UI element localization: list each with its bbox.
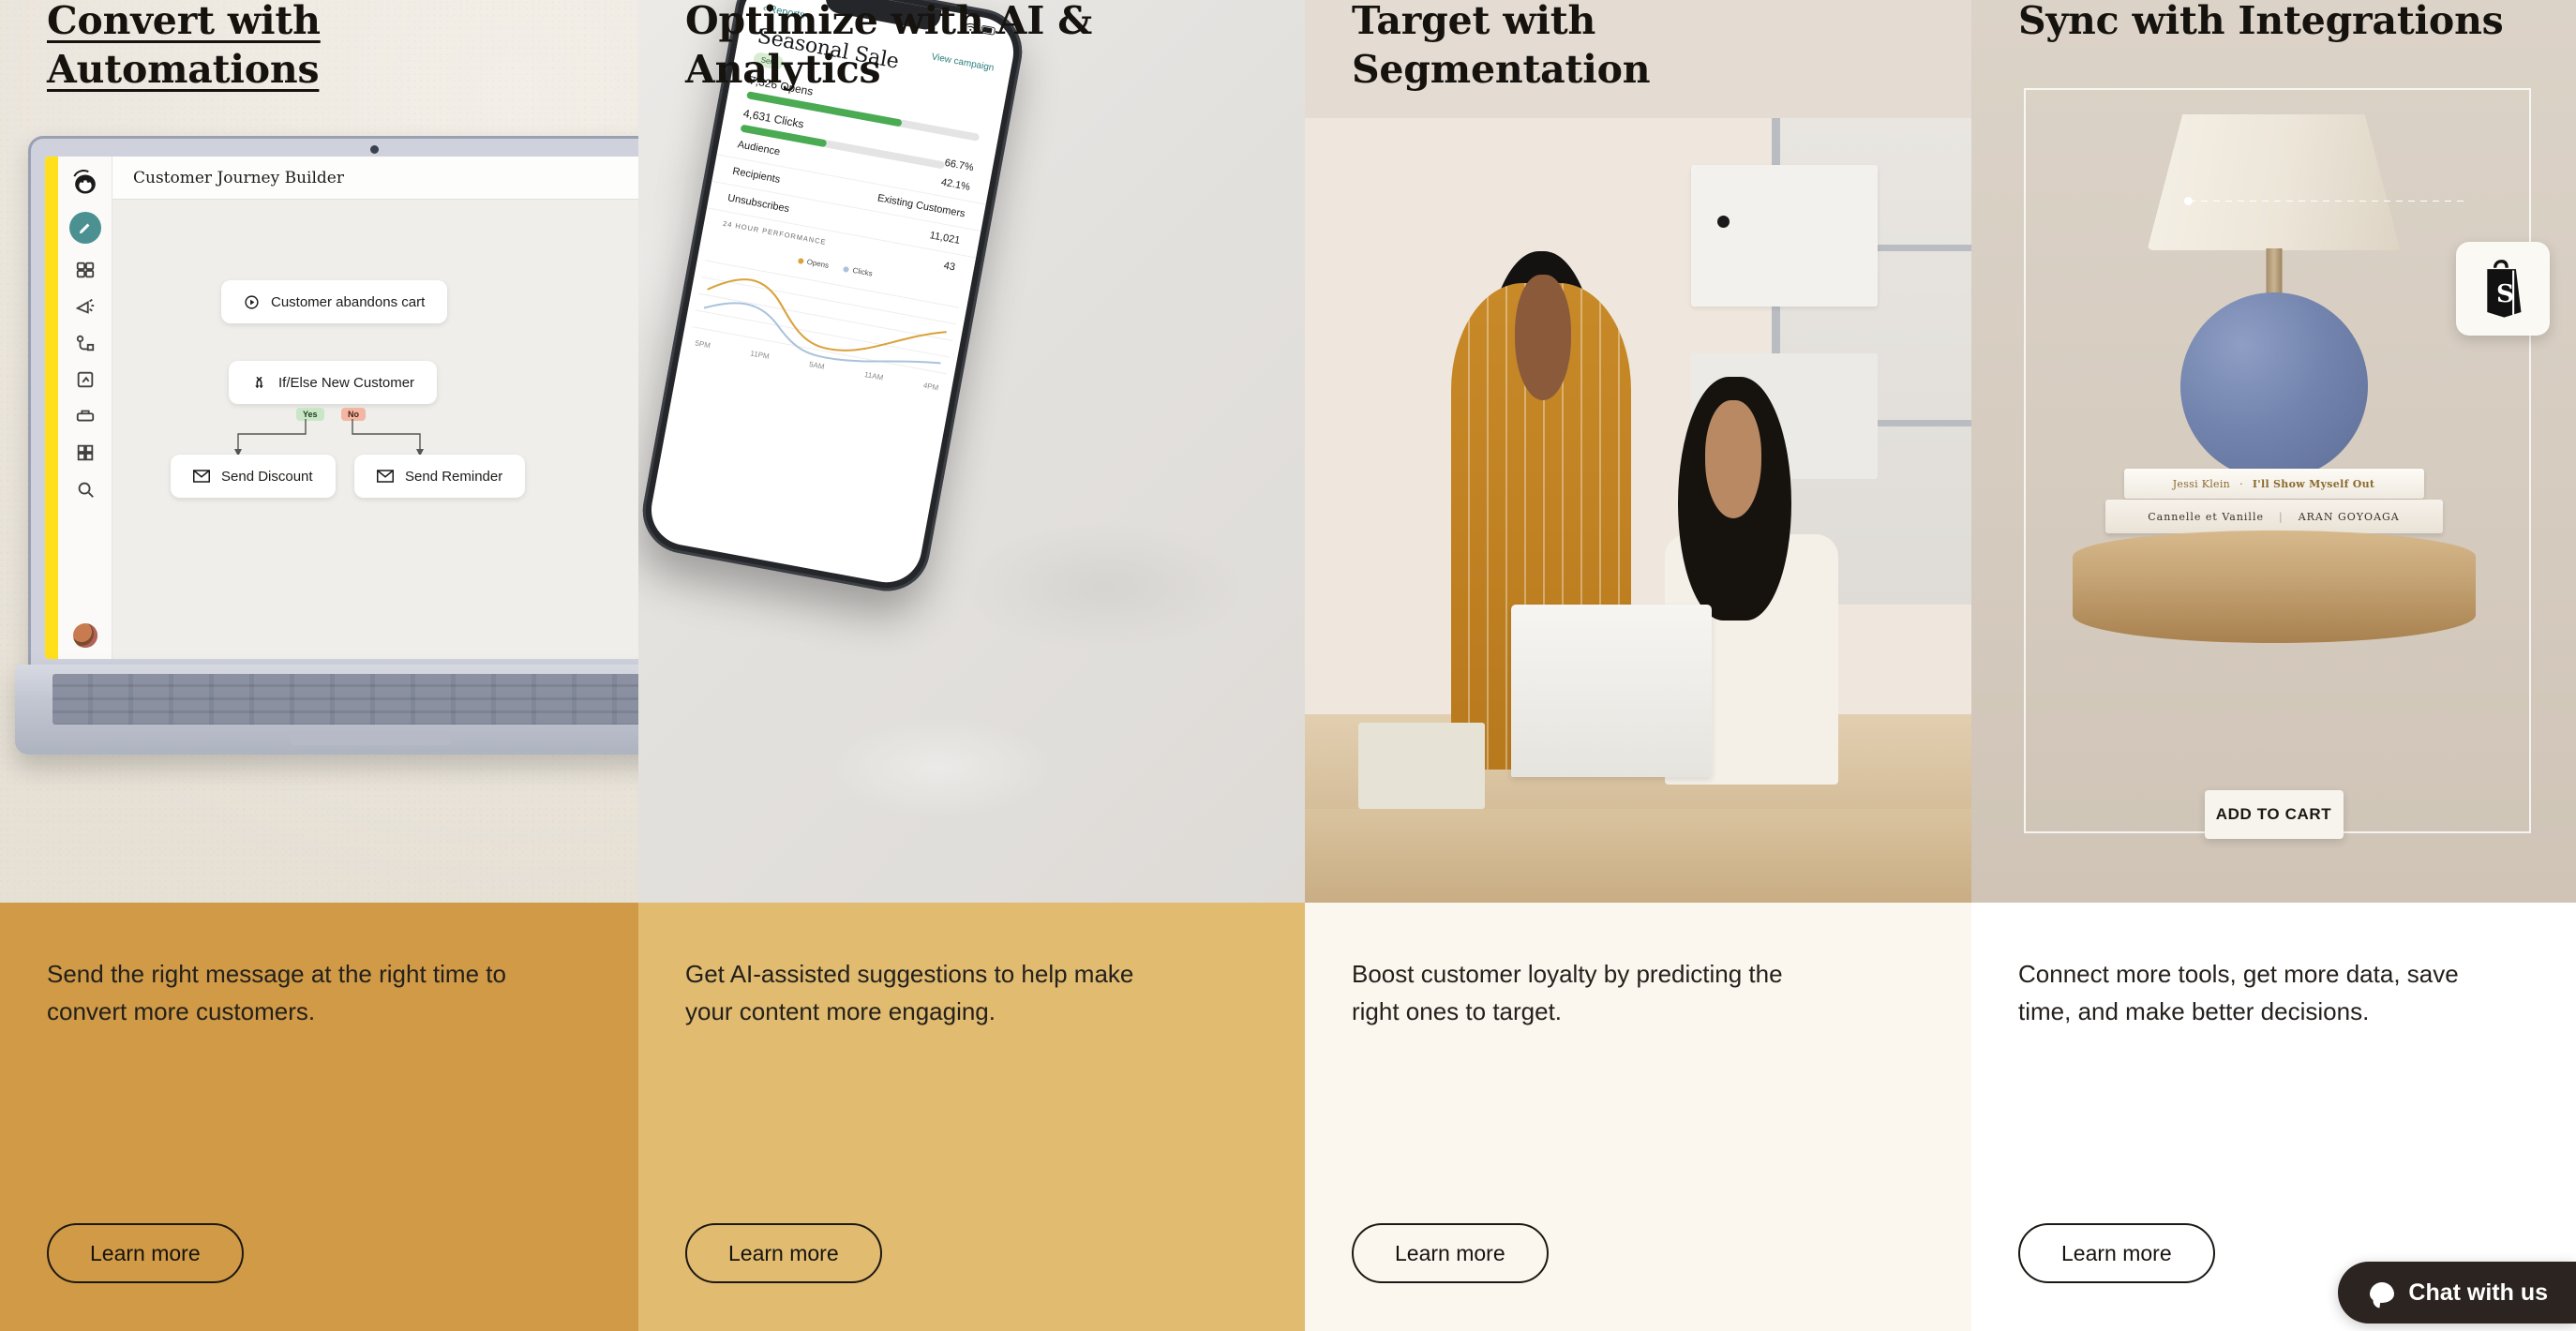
apps-grid-icon[interactable] (75, 442, 96, 463)
laptop-lid: Customer Journey Builder Customer abando… (28, 136, 638, 670)
card-description: Get AI-assisted suggestions to help make… (685, 960, 1134, 1025)
commerce-icon[interactable] (75, 406, 96, 426)
card-body-analytics: Get AI-assisted suggestions to help make… (638, 903, 1305, 1331)
photo-person-one-face (1514, 275, 1572, 401)
row-value: 43 (942, 260, 956, 274)
row-value: 11,021 (928, 230, 962, 247)
lamp-shade (2147, 114, 2401, 250)
learn-more-button[interactable]: Learn more (685, 1223, 882, 1283)
play-circle-icon (245, 294, 259, 309)
journey-node-condition[interactable]: If/Else New Customer (229, 361, 438, 404)
shopify-bag-icon: S (2487, 260, 2522, 318)
laptop-screen: Customer Journey Builder Customer abando… (45, 157, 638, 659)
book-separator: | (2278, 510, 2284, 523)
journey-canvas[interactable]: Customer abandons cart If/Else New Custo… (112, 200, 638, 659)
learn-more-button[interactable]: Learn more (2018, 1223, 2215, 1283)
row-label: Unsubscribes (726, 192, 790, 216)
journey-node-trigger[interactable]: Customer abandons cart (221, 280, 448, 323)
photo-laptop (1511, 604, 1712, 778)
book-author: Jessi Klein (2172, 477, 2231, 490)
search-icon[interactable] (75, 479, 96, 500)
app-topbar: Customer Journey Builder (112, 157, 638, 200)
card-media-integrations: S Jessi Klein · I'll Show Myself Out Can… (1971, 0, 2576, 903)
book-separator: · (2239, 477, 2243, 490)
card-headline[interactable]: Optimize with AI & Analytics (685, 0, 1210, 95)
laptop-trackpad (291, 730, 450, 745)
journey-node-label: Send Discount (221, 468, 313, 485)
book-author: ARAN GOYOAGA (2298, 510, 2400, 523)
mailchimp-logo-icon (72, 170, 96, 194)
photo-two-women-laptop (1305, 118, 1971, 903)
learn-more-button[interactable]: Learn more (1352, 1223, 1549, 1283)
chat-bubble-icon (2370, 1282, 2395, 1303)
pencil-icon (79, 223, 90, 233)
row-value: 42.1% (939, 176, 971, 193)
card-headline[interactable]: Sync with Integrations (2018, 0, 2504, 45)
card-media-automations: Customer Journey Builder Customer abando… (0, 0, 638, 903)
sidebar-item-create[interactable] (68, 212, 101, 244)
feature-card-grid: Customer Journey Builder Customer abando… (0, 0, 2576, 1331)
svg-text:S: S (2496, 279, 2514, 308)
envelope-icon (377, 470, 394, 483)
annotation-dotted-line (2184, 197, 2465, 205)
card-description: Boost customer loyalty by predicting the… (1352, 960, 1783, 1025)
product-table (2072, 531, 2476, 643)
app-main: Customer Journey Builder Customer abando… (112, 157, 638, 659)
chat-widget-button[interactable]: Chat with us (2338, 1262, 2576, 1324)
card-description: Connect more tools, get more data, save … (2018, 960, 2459, 1025)
learn-more-button[interactable]: Learn more (47, 1223, 244, 1283)
app-sidebar[interactable] (58, 157, 112, 659)
card-body-segmentation: Boost customer loyalty by predicting the… (1305, 903, 1971, 1331)
card-headline[interactable]: Convert with Automations (47, 0, 572, 95)
envelope-icon (193, 470, 210, 483)
feature-card-automations[interactable]: Customer Journey Builder Customer abando… (0, 0, 638, 1331)
row-label: Recipients (731, 165, 782, 186)
journey-node-label: Customer abandons cart (271, 293, 426, 310)
journey-node-label: Send Reminder (405, 468, 503, 485)
laptop-illustration: Customer Journey Builder Customer abando… (15, 136, 638, 755)
automation-icon[interactable] (75, 333, 96, 353)
book-title: I'll Show Myself Out (2252, 477, 2375, 490)
card-media-segmentation: Target with Segmentation (1305, 0, 1971, 903)
book-title: Cannelle et Vanille (2148, 510, 2264, 523)
avatar[interactable] (72, 623, 97, 648)
photo-desk-front (1305, 808, 1971, 903)
add-to-cart-button[interactable]: ADD TO CART (2204, 790, 2344, 839)
feature-card-integrations[interactable]: S Jessi Klein · I'll Show Myself Out Can… (1971, 0, 2576, 1331)
mailchimp-accent-rail (45, 157, 58, 659)
laptop-keyboard (52, 674, 638, 725)
campaign-icon[interactable] (75, 296, 96, 317)
laptop-base (15, 665, 638, 755)
journey-node-label: If/Else New Customer (278, 374, 415, 391)
product-book-bottom: Cannelle et Vanille | ARAN GOYOAGA (2104, 500, 2443, 533)
photo-desk-supplies (1357, 722, 1485, 809)
branch-icon (255, 376, 263, 388)
chat-widget-label: Chat with us (2408, 1279, 2548, 1306)
product-book-top: Jessi Klein · I'll Show Myself Out (2123, 469, 2424, 499)
journey-node-send-reminder[interactable]: Send Reminder (354, 455, 526, 498)
lamp-base-sphere (2179, 292, 2368, 480)
shopify-integration-badge[interactable]: S (2456, 242, 2550, 336)
contacts-icon[interactable] (75, 260, 96, 280)
card-description: Send the right message at the right time… (47, 960, 506, 1025)
content-icon[interactable] (75, 369, 96, 390)
journey-node-send-discount[interactable]: Send Discount (171, 455, 336, 498)
feature-card-analytics[interactable]: 7:14 ‹ Report (638, 0, 1305, 1331)
photo-storage-box (1691, 165, 1879, 307)
feature-card-segmentation[interactable]: Target with Segmentation Boost customer … (1305, 0, 1971, 1331)
card-media-analytics: 7:14 ‹ Report (638, 0, 1305, 903)
photo-person-two-face (1704, 400, 1762, 518)
card-body-automations: Send the right message at the right time… (0, 903, 638, 1331)
card-headline[interactable]: Target with Segmentation (1352, 0, 1877, 95)
app-title: Customer Journey Builder (133, 168, 344, 187)
row-label: Audience (736, 139, 782, 158)
laptop-camera-icon (370, 145, 379, 154)
